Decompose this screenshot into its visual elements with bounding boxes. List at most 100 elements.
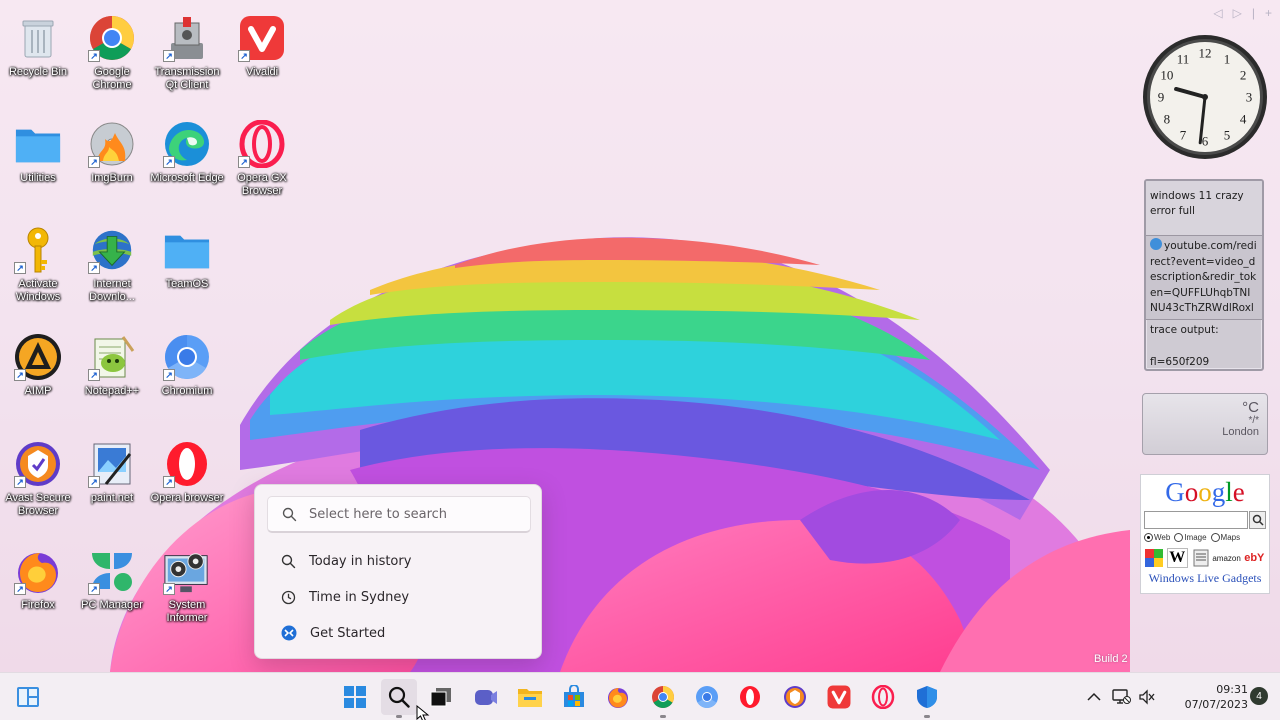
shortcut-arrow-icon: ↗ [163,50,175,62]
desktop-icon-label: Utilities [20,172,56,184]
notepadpp-icon: ↗ [88,333,136,381]
suggestion-time-in-sydney[interactable]: Time in Sydney [281,587,409,607]
desktop-icon-imgburn[interactable]: ↗ ImgBurn [74,112,150,212]
taskbar-file-explorer-button[interactable] [512,679,548,715]
suggestion-get-started[interactable]: Get Started [281,623,385,643]
weather-gadget[interactable]: °C */* London [1142,393,1268,455]
google-search-button[interactable] [1249,511,1266,529]
shortcut-arrow-icon: ↗ [88,369,100,381]
previous-gadget-button[interactable]: ◁ [1213,6,1222,20]
radio-label: Image [1184,533,1207,542]
desktop-icon-chromium[interactable]: ↗ Chromium [149,325,225,425]
feed-link[interactable]: youtube.com/redirect?event=video_descrip… [1150,240,1257,319]
add-gadget-button[interactable]: + [1265,6,1272,20]
taskbar-firefox-button[interactable] [600,679,636,715]
shortcut-arrow-icon: ↗ [163,476,175,488]
radio-web[interactable]: Web [1144,533,1170,542]
trace-label: trace output: [1150,324,1219,336]
desktop-icon-teamos[interactable]: TeamOS [149,218,225,318]
widgets-button[interactable] [10,679,46,715]
taskbar-start-button[interactable] [337,679,373,715]
radio-dot [1210,533,1220,542]
taskbar-store-button[interactable] [556,679,592,715]
desktop-icon-avast-secure-browser[interactable]: ↗ Avast Secure Browser [0,432,76,532]
opera-gx-icon [871,685,895,709]
start-icon [344,686,366,708]
desktop-icon-opera-gx-browser[interactable]: ↗ Opera GX Browser [224,112,300,212]
shortcut-arrow-icon: ↗ [88,50,100,62]
vivaldi-icon: ↗ [238,14,286,62]
desktop-icon-vivaldi[interactable]: ↗ Vivaldi [224,6,300,106]
amazon-link[interactable]: amazon [1212,548,1240,568]
google-link-icon[interactable] [1144,548,1164,568]
feed-title[interactable]: windows 11 crazy error full [1146,181,1262,236]
shortcut-arrow-icon: ↗ [14,262,26,274]
search-box[interactable]: Select here to search [267,496,531,533]
desktop-icon-google-chrome[interactable]: ↗ Google Chrome [74,6,150,106]
taskbar-vivaldi-button[interactable] [821,679,857,715]
google-logo: Google [1165,477,1245,507]
taskbar-time: 09:31 [1216,683,1248,696]
desktop-icon-pc-manager[interactable]: ↗ PC Manager [74,539,150,639]
next-gadget-button[interactable]: ▷ [1233,6,1242,20]
taskbar-opera-gx-button[interactable] [865,679,901,715]
gadgets-footer-link[interactable]: Windows Live Gadgets [1141,571,1269,586]
search-icon [388,686,410,708]
desktop-icon-label: Google Chrome [92,66,132,91]
desktop-icon-firefox[interactable]: ↗ Firefox [0,539,76,639]
search-icon [282,507,297,521]
desktop-icon-internet-downlo[interactable]: ↗ Internet Downlo... [74,218,150,318]
clock-numeral: 4 [1240,112,1247,127]
desktop-icon-paint-net[interactable]: ↗ paint.net [74,432,150,532]
desktop-icon-recycle-bin[interactable]: Recycle Bin [0,6,76,106]
wikipedia-link[interactable]: W [1166,548,1189,568]
chromium-icon [695,685,719,709]
news-link-icon[interactable] [1191,548,1211,568]
taskbar-chromium-button[interactable] [689,679,725,715]
clock-button[interactable]: 09:31 07/07/2023 [1185,682,1248,712]
radio-maps[interactable]: Maps [1210,533,1241,542]
taskbar-opera-button[interactable] [732,679,768,715]
notification-badge[interactable]: 4 [1250,687,1268,705]
taskbar-date: 07/07/2023 [1184,698,1248,711]
desktop-icon-microsoft-edge[interactable]: ↗ Microsoft Edge [149,112,225,212]
show-hidden-icons-button[interactable] [1084,687,1104,707]
desktop-icon-label: Microsoft Edge [150,172,224,184]
shortcut-arrow-icon: ↗ [238,156,250,168]
desktop-icon-aimp[interactable]: ↗ AIMP [0,325,76,425]
shortcut-arrow-icon: ↗ [163,156,175,168]
desktop-icon-label: Recycle Bin [8,66,68,78]
taskbar-chrome-button[interactable] [645,679,681,718]
desktop-icon-transmission-qt-client[interactable]: ↗ Transmission Qt Client [149,6,225,106]
radio-label: Maps [1220,533,1241,542]
volume-button[interactable] [1137,687,1157,707]
desktop-icon-utilities[interactable]: Utilities [0,112,76,212]
shortcut-arrow-icon: ↗ [14,476,26,488]
clock-numeral: 6 [1202,134,1209,149]
suggestion-today-in-history[interactable]: Today in history [281,551,411,571]
desktop-icon-system-informer[interactable]: ↗ System Informer [149,539,225,639]
desktop-icon-notepad[interactable]: ↗ Notepad++ [74,325,150,425]
vivaldi-icon [827,685,851,709]
network-icon [1112,689,1131,704]
chevron-up-icon [1087,692,1101,701]
taskbar-search-button[interactable] [381,679,417,718]
desktop-icon-opera-browser[interactable]: ↗ Opera browser [149,432,225,532]
taskbar-avast-button[interactable] [777,679,813,715]
desktop-icon-label: Notepad++ [84,385,140,397]
google-search-input[interactable] [1144,511,1248,529]
taskbar-meet-button[interactable] [468,679,504,715]
ebay-link[interactable]: ebY [1243,548,1266,568]
defender-icon [916,685,938,709]
clock-numeral: 2 [1240,68,1247,83]
feed-gadget[interactable]: windows 11 crazy error full youtube.com/… [1144,179,1264,371]
desktop-icon-label: Chromium [161,385,213,397]
network-button[interactable] [1111,687,1131,707]
taskbar-defender-button[interactable] [909,679,945,718]
radio-image[interactable]: Image [1174,533,1207,542]
clock-gadget[interactable]: 1234567891011 12 [1141,33,1269,161]
pc-manager-icon: ↗ [88,547,136,595]
feed-item[interactable]: youtube.com/redirect?event=video_descrip… [1146,236,1262,320]
desktop-icon-activate-windows[interactable]: ↗ Activate Windows [0,218,76,318]
clock-numeral: 10 [1160,68,1173,83]
